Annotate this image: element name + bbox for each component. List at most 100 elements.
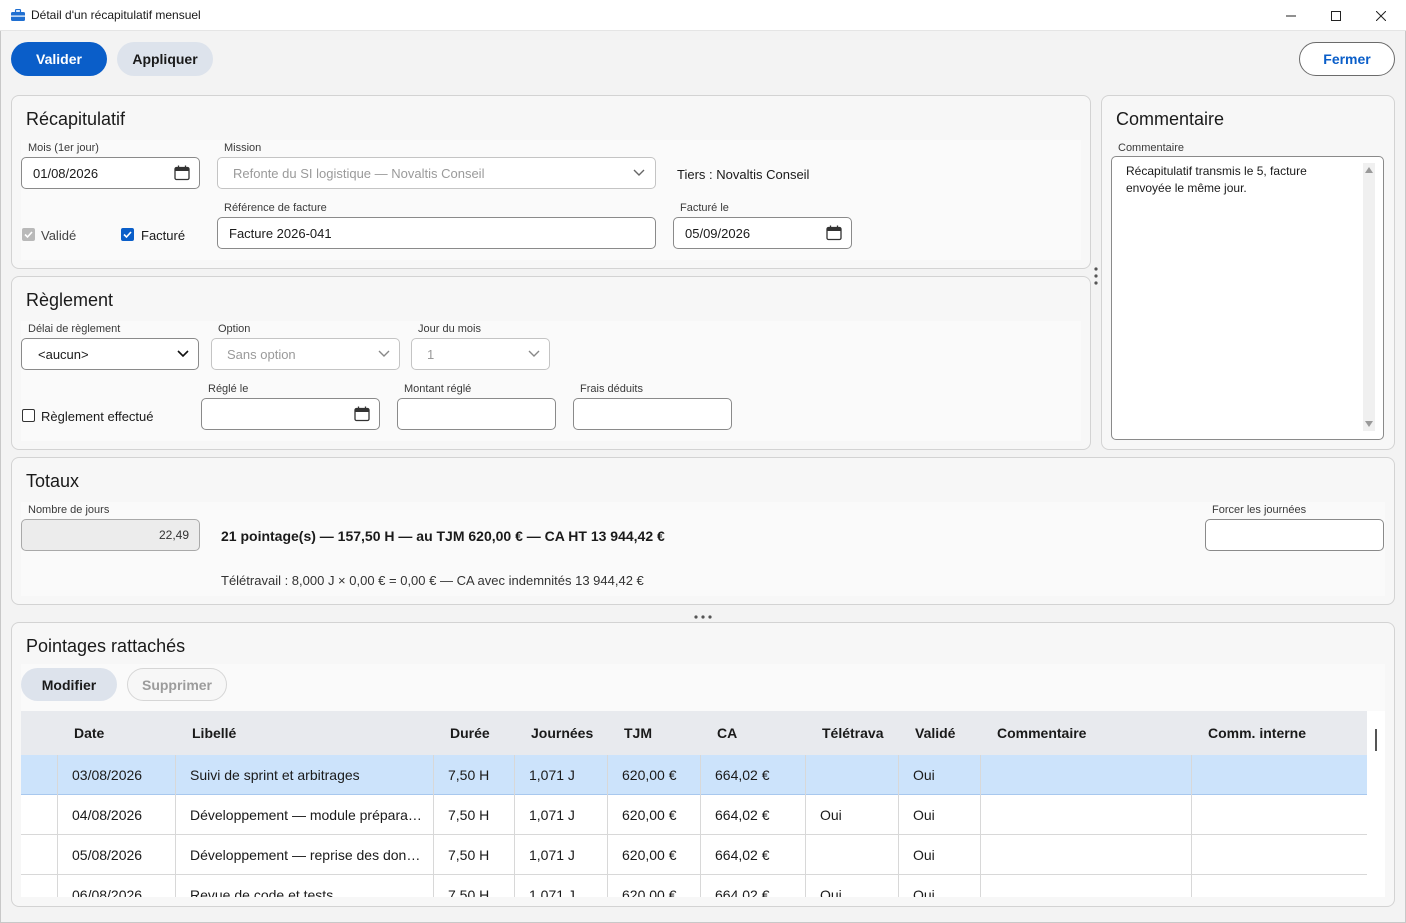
cell-date: 06/08/2026: [72, 887, 143, 897]
column-header-ca[interactable]: CA: [717, 725, 737, 741]
totals-summary: 21 pointage(s) — 157,50 H — au TJM 620,0…: [221, 528, 665, 544]
cell-ca: 664,02 €: [715, 847, 770, 863]
column-header-label[interactable]: Libellé: [192, 725, 236, 741]
cell-days: 1,071 J: [529, 807, 575, 823]
invoiced-label: Facturé: [141, 228, 186, 243]
cell-label: Développement — module préparation des e…: [190, 807, 422, 823]
cell-ca: 664,02 €: [715, 807, 770, 823]
cell-date: 03/08/2026: [72, 767, 143, 783]
comment-text: Récapitulatif transmis le 5, facture env…: [1126, 164, 1307, 195]
option-select[interactable]: Sans option: [211, 338, 400, 370]
invoiced-checkbox[interactable]: [121, 228, 134, 241]
cell-days: 1,071 J: [529, 887, 575, 897]
table-row[interactable]: 04/08/2026 Développement — module prépar…: [21, 795, 1367, 835]
check-icon: [123, 231, 132, 239]
column-header-duration[interactable]: Durée: [450, 725, 490, 741]
column-header-validated[interactable]: Validé: [915, 725, 955, 741]
force-days-input[interactable]: [1205, 519, 1384, 551]
close-window-button[interactable]: [1358, 0, 1404, 31]
column-header-telework[interactable]: Télétrava: [822, 725, 883, 741]
table-row[interactable]: 06/08/2026 Revue de code et tests 7,50 H…: [21, 875, 1367, 897]
calendar-icon: [174, 165, 190, 181]
cell-validated: Oui: [913, 807, 935, 823]
cell-days: 1,071 J: [529, 767, 575, 783]
days-field: 22,49: [21, 519, 200, 551]
day-select[interactable]: 1: [411, 338, 550, 370]
chevron-down-icon: [177, 350, 189, 358]
table-row[interactable]: 05/08/2026 Développement — reprise des d…: [21, 835, 1367, 875]
close-icon: [1376, 10, 1386, 21]
entries-table: Date Libellé Durée Journées TJM CA Télét…: [21, 711, 1385, 897]
fees-input[interactable]: [573, 398, 732, 430]
amount-input[interactable]: [397, 398, 556, 430]
cell-tjm: 620,00 €: [622, 887, 677, 897]
paid-on-field[interactable]: [201, 398, 380, 430]
vertical-splitter-handle[interactable]: [1093, 266, 1099, 288]
delay-select[interactable]: <aucun>: [21, 338, 199, 370]
mission-value: Refonte du SI logistique — Novaltis Cons…: [233, 166, 485, 181]
day-value: 1: [427, 347, 435, 362]
window-title: Détail d'un récapitulatif mensuel: [31, 8, 201, 22]
column-header-days[interactable]: Journées: [531, 725, 593, 741]
table-scrollbar[interactable]: [1367, 711, 1385, 897]
calendar-icon: [826, 225, 842, 241]
cell-ca: 664,02 €: [715, 767, 770, 783]
force-days-label: Forcer les journées: [1212, 504, 1307, 516]
month-value: 01/08/2026: [33, 166, 99, 181]
calendar-icon: [354, 406, 370, 422]
maximize-button[interactable]: [1313, 0, 1359, 31]
chevron-down-icon: [633, 169, 645, 176]
minimize-icon: [1286, 15, 1296, 16]
payment-done-label: Règlement effectué: [41, 409, 154, 424]
invoice-ref-input[interactable]: Facture 2026-041: [217, 217, 656, 249]
check-icon: [24, 231, 33, 239]
comment-label: Commentaire: [1118, 142, 1185, 154]
invoiced-on-label: Facturé le: [680, 202, 729, 214]
maximize-icon: [1331, 10, 1341, 21]
month-field[interactable]: 01/08/2026: [21, 157, 200, 189]
cell-tjm: 620,00 €: [622, 847, 677, 863]
cell-validated: Oui: [913, 887, 935, 897]
invoiced-on-field[interactable]: 05/09/2026: [673, 217, 852, 249]
telework-summary: Télétravail : 8,000 J × 0,00 € = 0,00 € …: [221, 573, 644, 588]
column-header-internal[interactable]: Comm. interne: [1208, 725, 1306, 741]
cell-label: Revue de code et tests: [190, 887, 334, 897]
mission-select[interactable]: Refonte du SI logistique — Novaltis Cons…: [217, 157, 656, 189]
invoiced-on-value: 05/09/2026: [685, 226, 751, 241]
day-label: Jour du mois: [418, 323, 481, 335]
cell-label: Développement — reprise des données: [190, 847, 422, 863]
option-value: Sans option: [227, 347, 296, 362]
delete-button[interactable]: Supprimer: [127, 668, 227, 701]
close-button[interactable]: Fermer: [1299, 42, 1395, 76]
invoice-ref-value: Facture 2026-041: [229, 226, 332, 241]
column-header-tjm[interactable]: TJM: [624, 725, 652, 741]
paid-on-label: Réglé le: [208, 383, 249, 395]
app-icon: [11, 9, 25, 21]
payment-title: Règlement: [26, 290, 114, 310]
tiers-text: Tiers : Novaltis Conseil: [677, 167, 810, 182]
invoice-ref-label: Référence de facture: [224, 202, 327, 214]
column-header-date[interactable]: Date: [74, 725, 104, 741]
comment-textarea[interactable]: Récapitulatif transmis le 5, facture env…: [1111, 156, 1384, 440]
validate-button[interactable]: Valider: [11, 42, 107, 76]
table-row[interactable]: 03/08/2026 Suivi de sprint et arbitrages…: [21, 755, 1367, 795]
option-label: Option: [218, 323, 251, 335]
column-header-comment[interactable]: Commentaire: [997, 725, 1086, 741]
payment-done-checkbox[interactable]: [22, 409, 35, 422]
comment-scrollbar[interactable]: [1363, 163, 1375, 431]
cell-telework: Oui: [820, 887, 842, 897]
cell-date: 05/08/2026: [72, 847, 143, 863]
days-value: 22,49: [158, 528, 189, 542]
cell-validated: Oui: [913, 847, 935, 863]
minimize-button[interactable]: [1268, 0, 1314, 31]
validated-checkbox[interactable]: [22, 228, 35, 241]
horizontal-splitter-handle[interactable]: [693, 614, 713, 620]
modify-button[interactable]: Modifier: [21, 668, 117, 701]
apply-button[interactable]: Appliquer: [117, 42, 213, 76]
cell-ca: 664,02 €: [715, 887, 770, 897]
title-bar: Détail d'un récapitulatif mensuel: [0, 0, 1406, 31]
cell-duration: 7,50 H: [448, 887, 490, 897]
scroll-down-icon: [1365, 421, 1373, 427]
month-label: Mois (1er jour): [28, 142, 99, 154]
table-scrollbar-thumb[interactable]: [1375, 729, 1377, 751]
